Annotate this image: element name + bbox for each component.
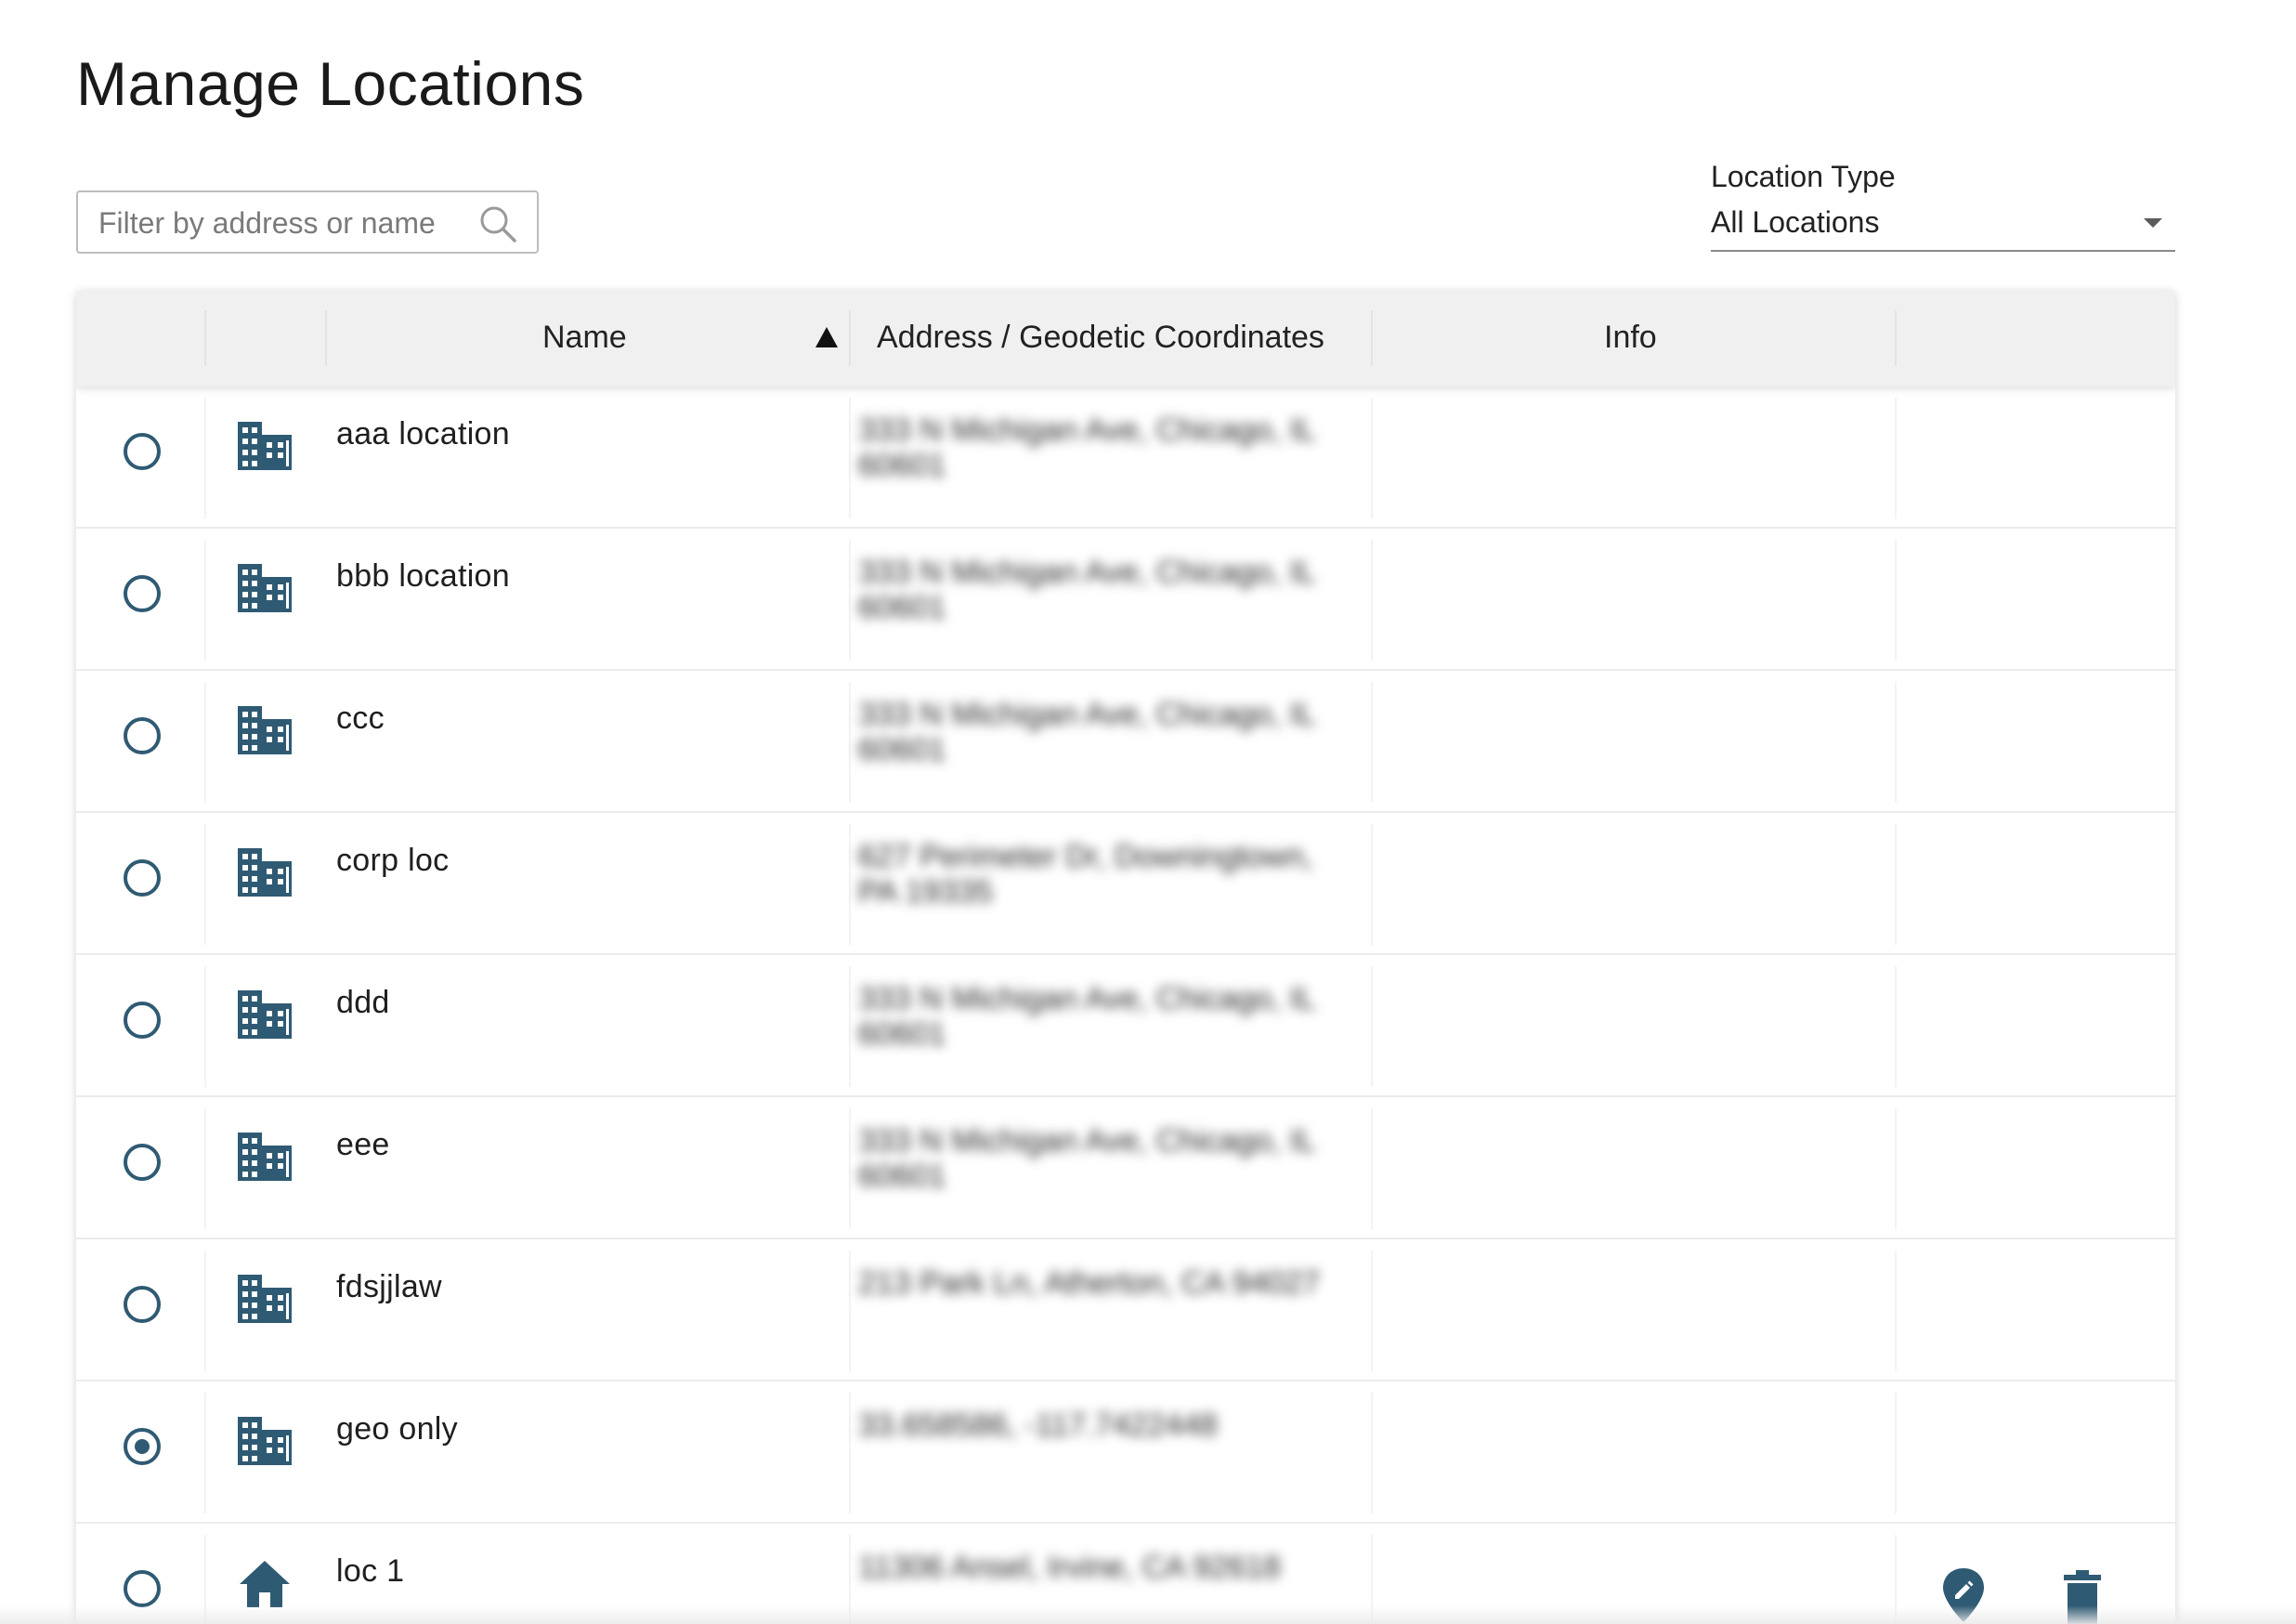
cell-divider [849,1251,851,1371]
building-icon [238,422,292,470]
cell-divider [1371,1108,1373,1229]
location-address: 11306 Ansel, Irvine, CA 92618 [858,1550,1281,1585]
cell-divider [204,824,206,945]
cell-divider [204,1108,206,1229]
row-select-radio[interactable] [124,1002,161,1039]
table-header: Name Address / Geodetic Coordinates Info [76,290,2175,386]
table-row[interactable]: corp loc 627 Perimeter Dr, Downingtown, … [76,813,2175,955]
building-icon [238,990,292,1039]
location-address: 333 N Michigan Ave, Chicago, IL 60601 [858,413,1315,483]
locations-table: Name Address / Geodetic Coordinates Info… [76,290,2175,1624]
column-divider [204,310,206,366]
cell-divider [1895,398,1897,518]
location-name: ccc [336,701,385,736]
cell-divider [1895,1251,1897,1371]
cell-divider [204,540,206,661]
location-name: aaa location [336,416,510,452]
filter-input[interactable] [97,192,472,254]
cell-divider [849,966,851,1087]
table-row[interactable]: ddd 333 N Michigan Ave, Chicago, IL 6060… [76,955,2175,1097]
location-name: bbb location [336,558,510,594]
cell-divider [1895,966,1897,1087]
table-row[interactable]: aaa location 333 N Michigan Ave, Chicago… [76,386,2175,529]
column-header-info[interactable]: Info [1604,320,1657,356]
cell-divider [204,682,206,803]
table-row[interactable]: bbb location 333 N Michigan Ave, Chicago… [76,529,2175,671]
location-name: ddd [336,985,390,1020]
location-address: 333 N Michigan Ave, Chicago, IL 60601 [858,1123,1315,1194]
cell-divider [1895,682,1897,803]
location-address: 33.658586, -117.7422448 [858,1408,1218,1443]
cell-divider [204,1393,206,1513]
cell-divider [1895,540,1897,661]
cell-divider [1371,1393,1373,1513]
row-select-radio[interactable] [124,575,161,612]
table-row[interactable]: ccc 333 N Michigan Ave, Chicago, IL 6060… [76,671,2175,813]
column-divider [849,310,851,366]
location-address: 333 N Michigan Ave, Chicago, IL 60601 [858,555,1315,625]
table-body: aaa location 333 N Michigan Ave, Chicago… [76,386,2175,1624]
location-name: fdsjjlaw [336,1269,442,1304]
cell-divider [1371,682,1373,803]
location-name: loc 1 [336,1553,405,1589]
cell-divider [1895,1108,1897,1229]
row-select-radio[interactable] [124,1286,161,1323]
column-divider [1371,310,1373,366]
column-divider [1895,310,1897,366]
cell-divider [204,966,206,1087]
table-row[interactable]: eee 333 N Michigan Ave, Chicago, IL 6060… [76,1097,2175,1239]
cell-divider [849,1108,851,1229]
location-address: 333 N Michigan Ave, Chicago, IL 60601 [858,981,1315,1052]
scroll-edge-shadow [0,1605,2296,1624]
location-address: 627 Perimeter Dr, Downingtown, PA 19335 [858,839,1313,910]
cell-divider [1895,1393,1897,1513]
location-name: eee [336,1127,390,1162]
cell-divider [849,824,851,945]
filter-search-box[interactable] [76,190,539,254]
location-type-select[interactable]: All Locations [1711,200,2175,252]
cell-divider [1371,540,1373,661]
search-icon[interactable] [477,203,518,244]
row-select-radio[interactable] [124,1144,161,1181]
row-select-radio[interactable] [124,1570,161,1607]
sort-ascending-icon[interactable] [815,327,838,347]
building-icon [238,706,292,754]
location-address: 213 Park Ln, Atherton, CA 94027 [858,1265,1321,1301]
cell-divider [849,398,851,518]
building-icon [238,1417,292,1465]
row-select-radio[interactable] [124,717,161,754]
table-row[interactable]: geo only 33.658586, -117.7422448 [76,1382,2175,1524]
cell-divider [1371,824,1373,945]
column-divider [325,310,327,366]
table-row[interactable]: fdsjjlaw 213 Park Ln, Atherton, CA 94027 [76,1239,2175,1382]
building-icon [238,1275,292,1323]
building-icon [238,848,292,897]
cell-divider [849,540,851,661]
row-select-radio[interactable] [124,433,161,470]
row-select-radio[interactable] [124,1428,161,1465]
cell-divider [849,1393,851,1513]
home-icon [240,1561,290,1607]
location-type-value: All Locations [1711,205,1880,239]
cell-divider [1895,824,1897,945]
location-type-label: Location Type [1711,160,1896,193]
location-name: corp loc [336,843,450,878]
location-name: geo only [336,1411,458,1447]
row-select-radio[interactable] [124,859,161,897]
cell-divider [1371,966,1373,1087]
column-header-address[interactable]: Address / Geodetic Coordinates [877,320,1324,356]
cell-divider [1371,398,1373,518]
cell-divider [204,1251,206,1371]
cell-divider [204,398,206,518]
building-icon [238,1133,292,1181]
cell-divider [1371,1251,1373,1371]
cell-divider [849,682,851,803]
dropdown-arrow-icon[interactable] [2144,218,2162,228]
building-icon [238,564,292,612]
page-title: Manage Locations [76,49,585,118]
column-header-name[interactable]: Name [542,320,627,356]
location-address: 333 N Michigan Ave, Chicago, IL 60601 [858,697,1315,767]
